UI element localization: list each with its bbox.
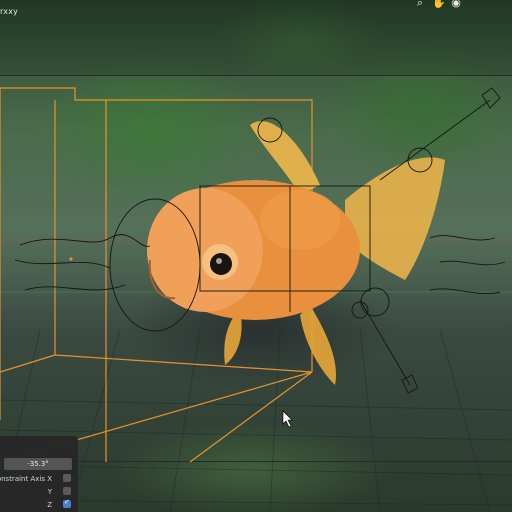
constraint-axis-x-row: Constraint Axis X [0,473,78,485]
constraint-axis-y-label: Y [47,488,52,496]
constraint-axis-x-checkbox[interactable] [63,474,71,482]
constraint-axis-z-label: Z [47,501,52,509]
rotation-angle-field[interactable]: -35.3° [4,458,72,470]
constraint-axis-y-row: Y [0,486,78,498]
constraint-axis-x-label: Constraint Axis X [0,475,52,483]
3d-viewport[interactable]: rxxy ⌕ ✋ ◉ -35.3° nstraint Axis X Y Z ✓ [0,0,512,512]
mouse-cursor-icon [282,410,293,428]
constraint-axis-z-checkbox[interactable] [63,498,71,508]
scene-overlay [0,87,512,512]
constraint-axis-z-row: Z [0,498,78,511]
goldfish-model [147,121,445,385]
constraint-axis-y-checkbox[interactable] [63,487,71,495]
object-origin-dot [69,257,73,261]
